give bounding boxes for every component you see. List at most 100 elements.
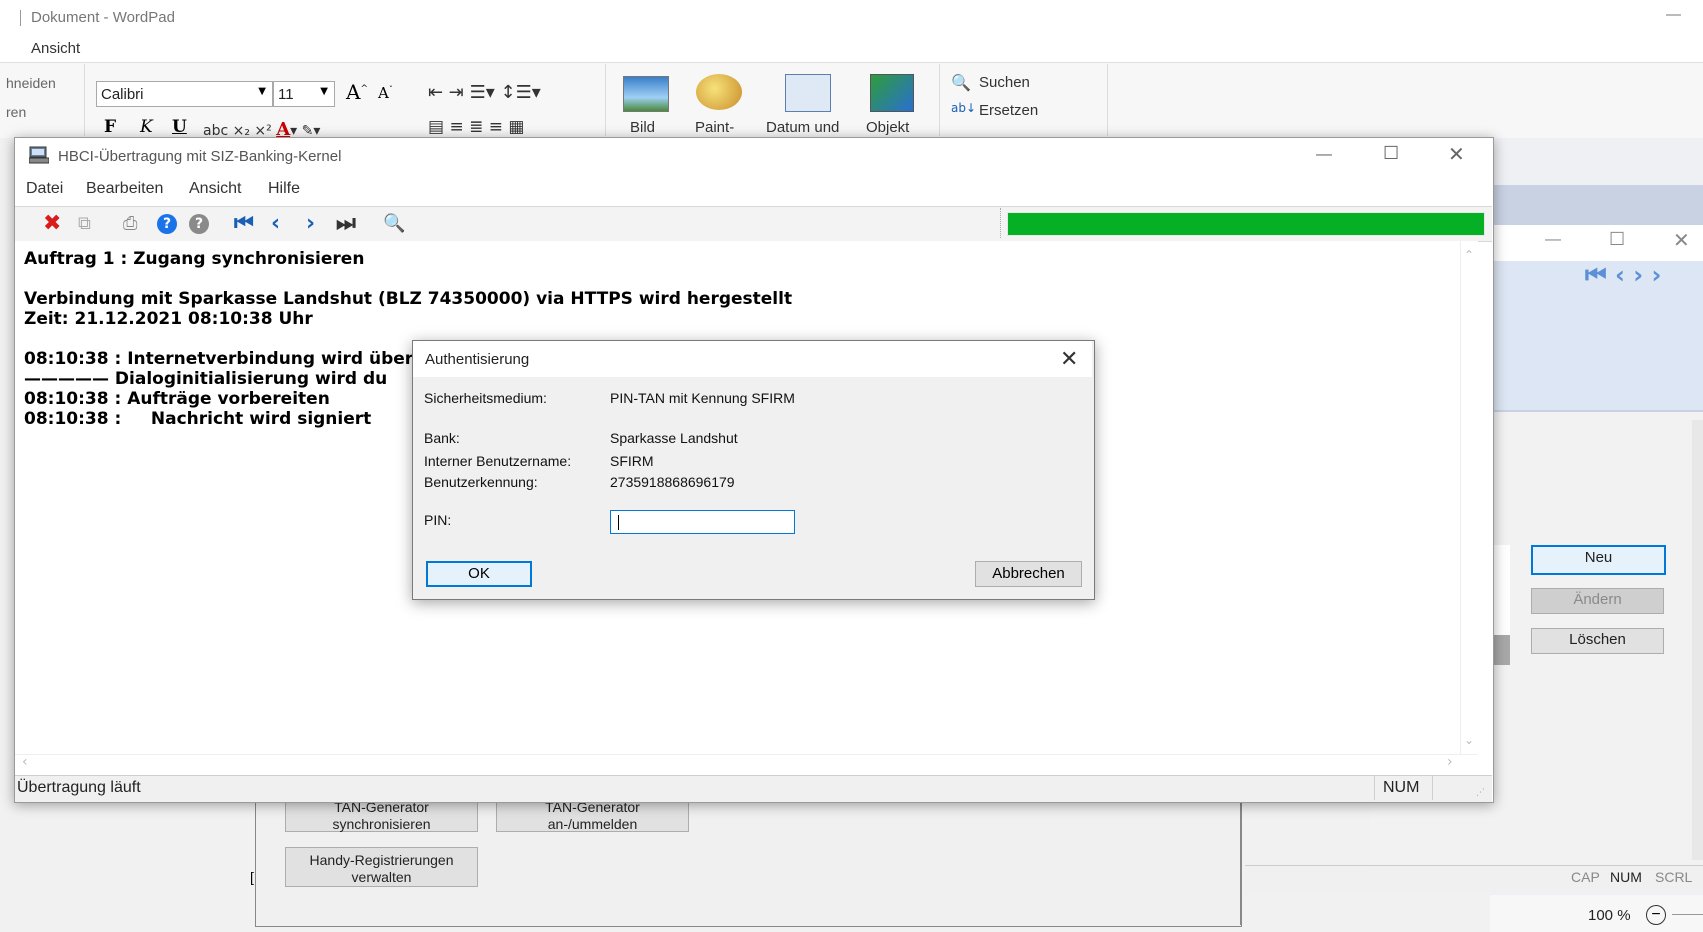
- auth-title: Authentisierung: [425, 351, 530, 368]
- tan-sync-line2: synchronisieren: [332, 816, 431, 832]
- log-line: Verbindung mit Sparkasse Landshut (BLZ 7…: [24, 289, 793, 309]
- status-num: NUM: [1383, 779, 1420, 796]
- ribbon-tabs: [0, 38, 1703, 62]
- navigation-icons[interactable]: ⏮ ‹ › ›: [1585, 261, 1661, 289]
- indent-icons[interactable]: ⇤ ⇥ ☰▾ ↕☰▾: [428, 82, 541, 103]
- status-cap: CAP: [1571, 869, 1600, 885]
- ok-button[interactable]: OK: [426, 561, 532, 587]
- next-icon[interactable]: ›: [306, 212, 315, 236]
- shrink-font-icon[interactable]: Aˇ: [378, 84, 393, 102]
- scroll-up-icon[interactable]: ⌃: [1464, 248, 1474, 262]
- wordpad-minimize-button[interactable]: —: [1666, 6, 1681, 23]
- scroll-right-icon[interactable]: ›: [1447, 754, 1453, 770]
- change-button[interactable]: Ändern: [1531, 588, 1664, 614]
- title-separator: [20, 10, 21, 26]
- vertical-scrollbar[interactable]: [1460, 241, 1478, 754]
- cut-button[interactable]: hneiden: [6, 75, 56, 91]
- calendar-icon[interactable]: [785, 74, 831, 112]
- font-size-value: 11: [278, 86, 294, 103]
- cancel-button[interactable]: Abbrechen: [975, 561, 1082, 587]
- tab-ansicht[interactable]: Ansicht: [31, 40, 80, 57]
- security-medium-label: Sicherheitsmedium:: [424, 390, 547, 406]
- italic-button[interactable]: K: [140, 117, 153, 137]
- zoom-slider[interactable]: [1672, 914, 1703, 915]
- pin-input[interactable]: [610, 510, 795, 534]
- underline-button[interactable]: U: [172, 117, 187, 137]
- internal-username-label: Interner Benutzername:: [424, 453, 572, 469]
- internal-username-value: SFIRM: [610, 453, 654, 469]
- find-button[interactable]: Suchen: [979, 74, 1030, 91]
- ribbon-separator: [605, 64, 606, 136]
- cancel-icon[interactable]: ✖: [43, 212, 61, 236]
- ribbon-separator: [939, 64, 940, 136]
- chevron-down-icon: ▼: [320, 86, 328, 97]
- paint-icon[interactable]: [696, 74, 742, 110]
- tan-register-line2: an-/ummelden: [547, 816, 638, 832]
- handy-line1: Handy-Registrierungen: [309, 852, 454, 868]
- background-list-scroll: [1492, 635, 1510, 665]
- paste-button[interactable]: ren: [6, 104, 26, 120]
- background-scrollbar[interactable]: [1692, 420, 1703, 860]
- scroll-down-icon[interactable]: ⌄: [1464, 733, 1474, 747]
- status-scrl: SCRL: [1655, 869, 1693, 885]
- picture-label: Bild: [630, 119, 656, 136]
- computer-icon: [28, 146, 50, 164]
- datetime-label: Datum und: [766, 119, 840, 136]
- help-context-icon[interactable]: ?: [189, 214, 209, 234]
- minimize-icon[interactable]: —: [1545, 231, 1561, 249]
- copy-icon[interactable]: ⧉: [78, 212, 91, 236]
- previous-icon[interactable]: ‹: [271, 212, 280, 236]
- maximize-icon[interactable]: ☐: [1609, 229, 1625, 250]
- resize-grip-icon[interactable]: ⋰: [1476, 788, 1485, 798]
- statusbar: [15, 775, 1492, 802]
- first-icon[interactable]: ⏮: [234, 212, 254, 236]
- user-id-label: Benutzerkennung:: [424, 474, 538, 490]
- progress-fill: [1008, 213, 1484, 235]
- horizontal-scrollbar[interactable]: [15, 754, 1477, 772]
- align-icons[interactable]: ▤ ≡ ≣ ≡ ▦: [428, 117, 524, 137]
- close-icon[interactable]: ✕: [1448, 142, 1465, 167]
- log-line: 08:10:38 : Nachricht wird signiert: [24, 409, 372, 429]
- bold-button[interactable]: F: [104, 117, 116, 137]
- paint-label: Paint-: [695, 119, 735, 136]
- scroll-left-icon[interactable]: ‹: [22, 754, 28, 770]
- last-icon[interactable]: ⏭: [336, 212, 356, 236]
- binoculars-icon: 🔍: [951, 73, 971, 92]
- handy-registration-button[interactable]: Handy-Registrierungen verwalten: [285, 847, 478, 887]
- status-text: Übertragung läuft: [17, 779, 141, 796]
- log-line: 08:10:38 : Internetverbindung wird überp: [24, 349, 426, 369]
- print-icon[interactable]: ⎙: [123, 212, 137, 236]
- search-icon[interactable]: 🔍: [383, 212, 405, 236]
- menu-bearbeiten[interactable]: Bearbeiten: [86, 180, 163, 198]
- close-icon[interactable]: ✕: [1060, 346, 1078, 372]
- picture-icon[interactable]: [623, 76, 669, 112]
- zoom-level: 100 %: [1588, 907, 1631, 924]
- close-icon[interactable]: ✕: [1673, 228, 1690, 253]
- delete-button[interactable]: Löschen: [1531, 628, 1664, 654]
- object-icon[interactable]: [870, 74, 914, 112]
- security-medium-value: PIN-TAN mit Kennung SFIRM: [610, 390, 795, 406]
- replace-button[interactable]: Ersetzen: [979, 102, 1038, 119]
- status-separator: [1432, 776, 1433, 800]
- tan-dialog-marker: [: [250, 869, 254, 885]
- log-line: Auftrag 1 : Zugang synchronisieren: [24, 249, 365, 269]
- ribbon-separator: [84, 64, 85, 136]
- menu-hilfe[interactable]: Hilfe: [268, 180, 300, 198]
- text-cursor: [618, 515, 619, 530]
- minimize-icon[interactable]: —: [1316, 146, 1332, 164]
- maximize-icon[interactable]: ☐: [1383, 143, 1399, 164]
- bank-value: Sparkasse Landshut: [610, 430, 738, 446]
- new-button[interactable]: Neu: [1531, 545, 1666, 575]
- replace-icon: ab↓: [951, 101, 977, 115]
- font-family-select[interactable]: Calibri ▼: [96, 81, 273, 107]
- log-line: ————— Dialoginitialisierung wird du: [24, 369, 388, 389]
- menu-datei[interactable]: Datei: [26, 180, 63, 198]
- object-label: Objekt: [866, 119, 910, 136]
- help-icon[interactable]: ?: [157, 214, 177, 234]
- status-num: NUM: [1610, 869, 1642, 885]
- zoom-out-button[interactable]: −: [1646, 905, 1666, 925]
- grow-font-icon[interactable]: A^: [346, 80, 368, 104]
- menu-ansicht[interactable]: Ansicht: [189, 180, 241, 198]
- font-size-select[interactable]: 11 ▼: [273, 81, 335, 107]
- chevron-down-icon: ▼: [258, 86, 266, 97]
